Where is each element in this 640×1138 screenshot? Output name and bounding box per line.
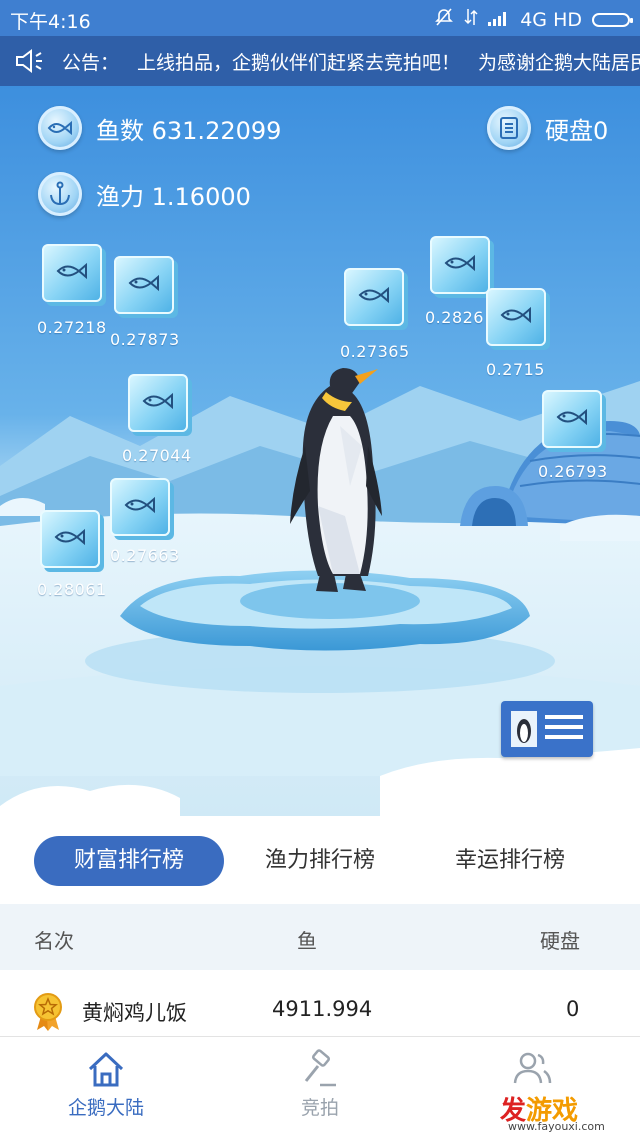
data-transfer-icon xyxy=(464,7,478,32)
fish-drop-value: 0.2715 xyxy=(486,360,545,379)
fish-ice-cube[interactable] xyxy=(110,478,170,536)
fish-drop-value: 0.27663 xyxy=(110,546,180,565)
header-rank: 名次 xyxy=(34,929,74,953)
player-name: 黄焖鸡儿饭 xyxy=(82,1001,187,1025)
nav-label-auction: 竞拍 xyxy=(300,1097,339,1119)
fish-icon xyxy=(53,527,87,551)
status-bar: 下午4:16 4G HD xyxy=(0,0,640,36)
speaker-icon xyxy=(16,49,42,73)
announcement-text: 上线拍品，企鹅伙伴们赶紧去竞拍吧！ xyxy=(137,52,461,74)
penguin-scene: 鱼数 631.22099 硬盘0 渔力 1.16000 0.27218 0.278… xyxy=(0,86,640,816)
fish-drop-value: 0.2826 xyxy=(425,308,484,327)
site-watermark: 发游戏 www.fayouxi.com xyxy=(500,1090,640,1137)
disk-count: 硬盘0 xyxy=(545,116,609,145)
disk-icon xyxy=(487,106,531,150)
fish-count: 鱼数 631.22099 xyxy=(96,116,282,145)
fish-drop-value: 0.27365 xyxy=(340,342,410,361)
fish-icon xyxy=(357,285,391,309)
nav-penguin-land[interactable]: 企鹅大陆 xyxy=(36,1049,176,1120)
header-fish: 鱼 xyxy=(297,929,317,953)
home-icon xyxy=(88,1052,124,1087)
fish-ice-cube[interactable] xyxy=(430,236,490,294)
leaderboard-header: 名次 鱼 硬盘 xyxy=(0,904,640,970)
fish-drop-value: 0.27044 xyxy=(122,446,192,465)
fish-coin-icon xyxy=(38,106,82,150)
fish-ice-cube[interactable] xyxy=(40,510,100,568)
status-time: 下午4:16 xyxy=(10,11,91,33)
fish-ice-cube[interactable] xyxy=(42,244,102,302)
tab-wealth-ranking[interactable]: 财富排行榜 xyxy=(34,836,224,886)
mute-icon xyxy=(434,7,454,32)
id-card-icon xyxy=(511,711,583,747)
fish-count-stat: 鱼数 631.22099 xyxy=(38,106,281,150)
nav-friends[interactable] xyxy=(462,1049,602,1093)
leaderboard-tabs: 财富排行榜 渔力排行榜 幸运排行榜 xyxy=(0,816,640,904)
friends-icon xyxy=(513,1052,552,1084)
announcement-label: 公告： xyxy=(62,52,120,74)
announcement-bar[interactable]: 公告： 上线拍品，企鹅伙伴们赶紧去竞拍吧！ 为感谢企鹅大陆居民们的 xyxy=(0,36,640,86)
header-disk: 硬盘 xyxy=(540,929,580,953)
fish-ice-cube[interactable] xyxy=(114,256,174,314)
fish-icon xyxy=(55,261,89,285)
anchor-icon xyxy=(38,172,82,216)
fish-icon xyxy=(443,253,477,277)
tab-fishing-power-ranking[interactable]: 渔力排行榜 xyxy=(225,836,415,886)
nav-auction[interactable]: 竞拍 xyxy=(250,1049,390,1120)
fish-ice-cube[interactable] xyxy=(486,288,546,346)
watermark-url: www.fayouxi.com xyxy=(508,1120,605,1133)
fish-icon xyxy=(127,273,161,297)
fish-icon xyxy=(141,391,175,415)
battery-icon xyxy=(592,12,633,27)
fish-drop-value: 0.26793 xyxy=(538,462,608,481)
network-label: 4G HD xyxy=(520,8,582,31)
gold-medal-icon xyxy=(34,993,62,1031)
fish-ice-cube[interactable] xyxy=(128,374,188,432)
fish-drop-value: 0.27873 xyxy=(110,330,180,349)
announcement-text-next: 为感谢企鹅大陆居民们的 xyxy=(478,52,640,74)
fishing-power-stat: 渔力 1.16000 xyxy=(38,172,251,216)
fish-icon xyxy=(555,407,589,431)
nav-label-penguin-land: 企鹅大陆 xyxy=(67,1097,144,1119)
profile-card-button[interactable] xyxy=(501,701,593,757)
disk-stat: 硬盘0 xyxy=(487,106,608,150)
gavel-icon xyxy=(304,1049,336,1087)
player-fish: 4911.994 xyxy=(272,997,373,1021)
signal-icon xyxy=(488,9,510,31)
player-disk: 0 xyxy=(566,997,580,1021)
fish-ice-cube[interactable] xyxy=(542,390,602,448)
fish-ice-cube[interactable] xyxy=(344,268,404,326)
tab-luck-ranking[interactable]: 幸运排行榜 xyxy=(415,836,605,886)
table-row[interactable]: 黄焖鸡儿饭 4911.994 0 xyxy=(0,978,640,1040)
fish-drop-value: 0.27218 xyxy=(37,318,107,337)
fish-icon xyxy=(123,495,157,519)
fish-drop-value: 0.28061 xyxy=(37,580,107,599)
fishing-power: 渔力 1.16000 xyxy=(96,182,251,211)
fish-icon xyxy=(499,305,533,329)
